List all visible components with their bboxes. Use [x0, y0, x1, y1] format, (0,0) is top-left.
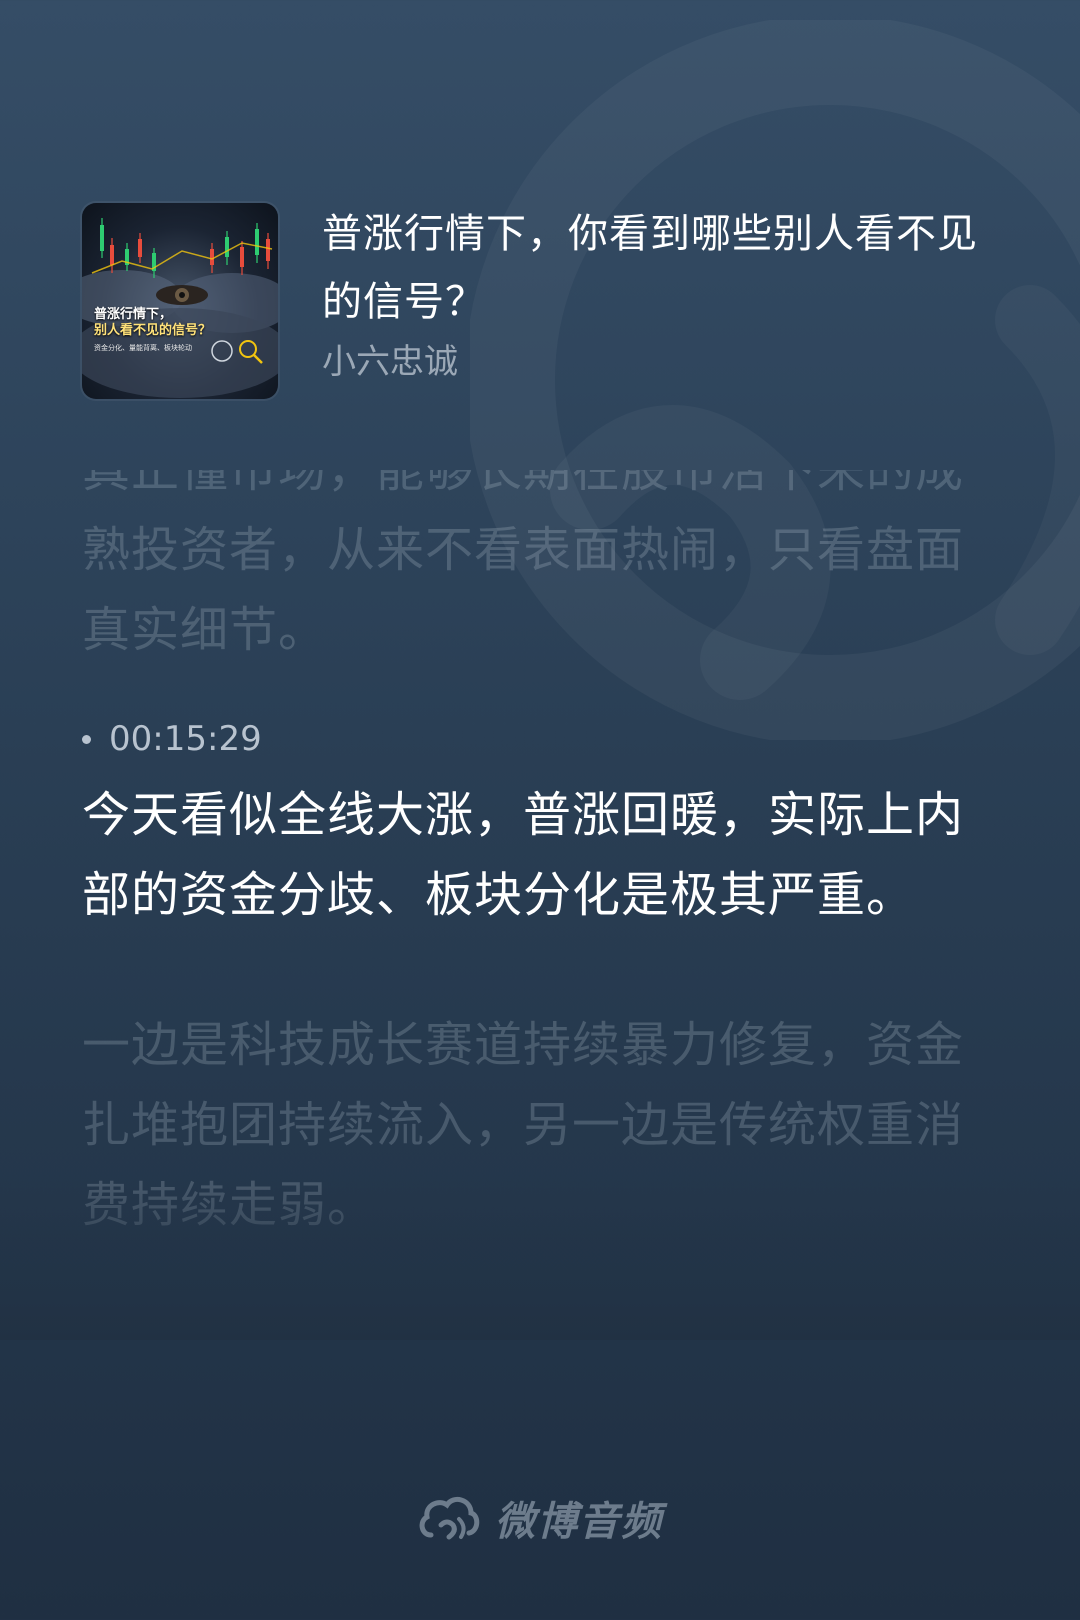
transcript-next-paragraph[interactable]: 一边是科技成长赛道持续暴力修复，资金扎堆抱团持续流入，另一边是传统权重消费持续走… [82, 1005, 982, 1245]
cover-title: 普涨行情下， 别人看不见的信号？ [94, 307, 212, 338]
transcript-previous-paragraph[interactable]: 真正懂市场，能够长期在股市活下来的成熟投资者，从来不看表面热闹，只看盘面真实细节… [82, 470, 982, 670]
episode-cover-image[interactable]: 普涨行情下， 别人看不见的信号？ 资金分化、量能背离、板块轮动 [82, 203, 278, 399]
brand-watermark: 微博音频 [0, 1488, 1080, 1548]
episode-title[interactable]: 普涨行情下，你看到哪些别人看不见的信号？ [322, 200, 1002, 336]
current-timestamp[interactable]: 00:15:29 [82, 715, 982, 763]
timestamp-dot-icon [82, 734, 91, 744]
episode-author[interactable]: 小六忠诚 [322, 336, 458, 388]
timestamp-text: 00:15:29 [109, 719, 262, 759]
weibo-audio-logo-icon [419, 1496, 480, 1540]
cover-subtitle: 资金分化、量能背离、板块轮动 [94, 344, 192, 352]
episode-header: 普涨行情下， 别人看不见的信号？ 资金分化、量能背离、板块轮动 普涨行情下，你看… [82, 203, 1002, 403]
transcript-current-paragraph[interactable]: 今天看似全线大涨，普涨回暖，实际上内部的资金分歧、板块分化是极其严重。 [82, 775, 982, 935]
cover-artwork [82, 218, 278, 398]
brand-name: 微博音频 [495, 1499, 663, 1545]
transcript-lyrics[interactable]: 真正懂市场，能够长期在股市活下来的成熟投资者，从来不看表面热闹，只看盘面真实细节… [82, 470, 982, 1330]
